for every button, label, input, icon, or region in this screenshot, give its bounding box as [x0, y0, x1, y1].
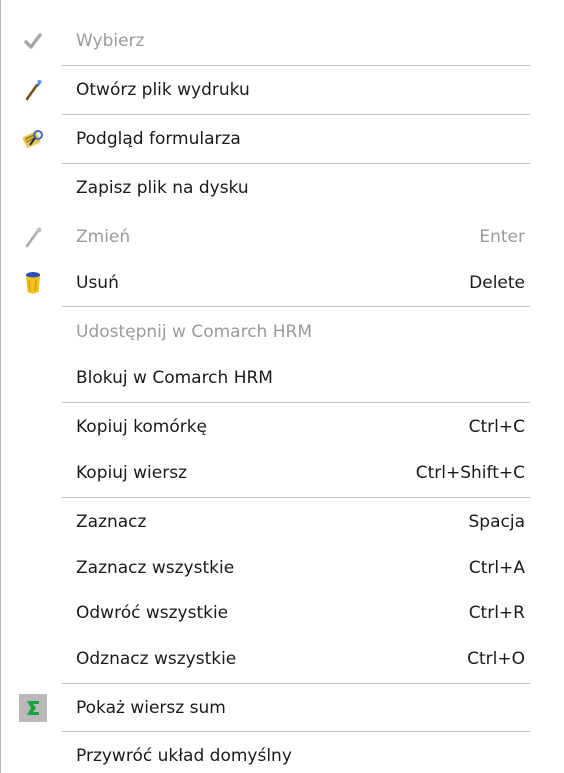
- menu-item-udostepnij-w-comarch-hrm[interactable]: Udostępnij w Comarch HRM: [0, 315, 540, 349]
- menu-item-shortcut: Ctrl+A: [468, 558, 525, 578]
- menu-item-podglad-formularza[interactable]: Podgląd formularza: [0, 122, 540, 156]
- separator: [62, 683, 530, 684]
- menu-item-label: Zmień: [76, 227, 131, 247]
- menu-item-shortcut: Spacja: [468, 512, 526, 532]
- menu-item-label: Pokaż wiersz sum: [76, 698, 226, 718]
- menu-item-label: Zaznacz: [76, 512, 147, 532]
- menu-item-label: Usuń: [76, 273, 119, 293]
- brush-icon: [18, 73, 48, 107]
- menu-item-shortcut: Ctrl+O: [467, 649, 525, 669]
- menu-item-shortcut: Ctrl+Shift+C: [415, 463, 525, 483]
- menu-item-label: Wybierz: [76, 31, 145, 51]
- separator: [62, 163, 530, 164]
- menu-item-otworz-plik-wydruku[interactable]: Otwórz plik wydruku: [0, 73, 540, 107]
- separator: [62, 402, 530, 403]
- sum-icon: [18, 691, 48, 725]
- menu-item-odznacz-wszystkie[interactable]: Odznacz wszystkie Ctrl+O: [0, 642, 540, 676]
- separator: [62, 65, 530, 66]
- menu-item-zmien[interactable]: Zmień Enter: [0, 220, 540, 254]
- menu-item-odwroc-wszystkie[interactable]: Odwróć wszystkie Ctrl+R: [0, 596, 540, 630]
- form-preview-icon: [18, 122, 48, 156]
- menu-item-zaznacz-wszystkie[interactable]: Zaznacz wszystkie Ctrl+A: [0, 551, 540, 585]
- context-menu: Wybierz Otwórz plik wydruku Podgląd form…: [0, 0, 564, 773]
- menu-item-shortcut: Ctrl+R: [468, 603, 525, 623]
- menu-item-label: Podgląd formularza: [76, 129, 241, 149]
- separator: [62, 497, 530, 498]
- menu-item-label: Zaznacz wszystkie: [76, 558, 235, 578]
- menu-item-wybierz[interactable]: Wybierz: [0, 24, 540, 58]
- brush-icon: [18, 220, 48, 254]
- menu-item-label: Blokuj w Comarch HRM: [76, 368, 273, 388]
- menu-item-kopiuj-wiersz[interactable]: Kopiuj wiersz Ctrl+Shift+C: [0, 456, 540, 490]
- menu-item-usun[interactable]: Usuń Delete: [0, 266, 540, 300]
- menu-item-przywroc-uklad-domyslny[interactable]: Przywróć układ domyślny: [0, 739, 540, 773]
- menu-item-label: Kopiuj wiersz: [76, 463, 187, 483]
- menu-item-label: Odwróć wszystkie: [76, 603, 229, 623]
- menu-item-shortcut: Enter: [479, 227, 525, 247]
- menu-item-shortcut: Ctrl+C: [468, 417, 525, 437]
- menu-item-kopiuj-komorke[interactable]: Kopiuj komórkę Ctrl+C: [0, 410, 540, 444]
- menu-item-zaznacz[interactable]: Zaznacz Spacja: [0, 505, 540, 539]
- menu-item-label: Udostępnij w Comarch HRM: [76, 322, 312, 342]
- menu-item-label: Kopiuj komórkę: [76, 417, 208, 437]
- menu-item-blokuj-w-comarch-hrm[interactable]: Blokuj w Comarch HRM: [0, 361, 540, 395]
- menu-item-label: Odznacz wszystkie: [76, 649, 237, 669]
- menu-item-label: Zapisz plik na dysku: [76, 178, 249, 198]
- menu-item-pokaz-wiersz-sum[interactable]: Pokaż wiersz sum: [0, 691, 540, 725]
- menu-item-label: Otwórz plik wydruku: [76, 80, 250, 100]
- check-icon: [18, 24, 48, 58]
- separator: [62, 731, 530, 732]
- separator: [62, 306, 530, 307]
- menu-item-zapisz-plik-na-dysku[interactable]: Zapisz plik na dysku: [0, 171, 540, 205]
- menu-item-shortcut: Delete: [469, 273, 525, 293]
- menu-item-label: Przywróć układ domyślny: [76, 746, 292, 766]
- separator: [62, 114, 530, 115]
- trash-bin-icon: [18, 266, 48, 300]
